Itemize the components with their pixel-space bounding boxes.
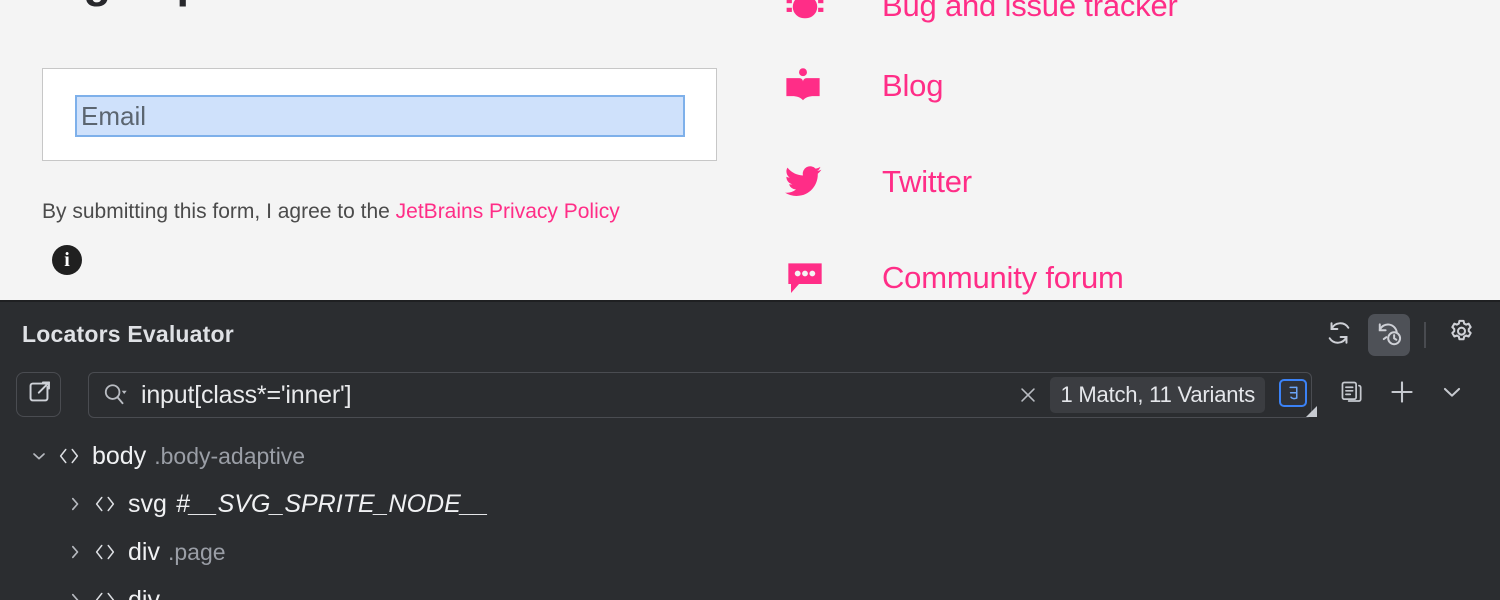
match-count-chip: 1 Match, 11 Variants xyxy=(1050,377,1265,413)
element-picker-icon xyxy=(26,379,52,410)
tree-class-name: .page xyxy=(167,538,226,565)
tree-tag-name: svg xyxy=(128,489,167,518)
angle-brackets-icon xyxy=(88,491,122,517)
more-button[interactable] xyxy=(1430,372,1474,417)
link-item-blog[interactable]: Blog xyxy=(782,58,943,114)
legal-consent-text: By submitting this form, I agree to the … xyxy=(42,192,642,275)
tool-window-header: Locators Evaluator xyxy=(0,302,1500,366)
dom-tree[interactable]: body .body-adaptive svg #__SVG_SPRITE_NO… xyxy=(0,432,1500,600)
plus-icon xyxy=(1388,378,1416,411)
refresh-clock-icon xyxy=(1375,319,1403,352)
email-field-container: Email xyxy=(42,68,717,161)
refresh-icon xyxy=(1325,319,1353,352)
copy-button[interactable] xyxy=(1330,372,1374,417)
selector-type-button[interactable] xyxy=(1279,379,1317,417)
tree-row-div-partial[interactable]: div xyxy=(0,576,1500,600)
tool-window-title: Locators Evaluator xyxy=(22,321,234,347)
tree-tag-name: body xyxy=(92,441,147,470)
link-item-twitter[interactable]: Twitter xyxy=(782,154,972,210)
tree-row-body[interactable]: body .body-adaptive xyxy=(0,432,1500,480)
element-picker-button[interactable] xyxy=(16,372,61,417)
legal-prefix: By submitting this form, I agree to the xyxy=(42,200,396,223)
chevron-right-icon[interactable] xyxy=(62,539,88,565)
tree-element-id: #__SVG_SPRITE_NODE__ xyxy=(175,489,489,518)
tree-tag-name: div xyxy=(128,585,160,600)
email-placeholder-text: Email xyxy=(81,100,147,131)
close-icon[interactable] xyxy=(1006,384,1050,406)
link-label: Blog xyxy=(882,68,944,103)
angle-brackets-icon xyxy=(52,443,86,469)
copy-icon xyxy=(1339,379,1365,410)
angle-brackets-icon xyxy=(88,539,122,565)
chevron-right-icon[interactable] xyxy=(62,587,88,600)
tree-class-name: .body-adaptive xyxy=(154,442,306,469)
auto-refresh-button[interactable] xyxy=(1368,314,1410,356)
info-icon[interactable]: i xyxy=(52,245,82,275)
page-title: Sign up for free xyxy=(42,0,367,8)
header-divider xyxy=(1424,322,1426,348)
locator-input-container[interactable]: input[class*='inner'] 1 Match, 11 Varian… xyxy=(88,372,1317,418)
locator-action-group xyxy=(1330,372,1474,417)
browser-page: Sign up for free Email By submitting thi… xyxy=(0,0,1500,300)
link-item-bug-tracker[interactable]: Bug and issue tracker xyxy=(782,0,1178,34)
header-action-group xyxy=(1318,314,1482,356)
locator-input[interactable]: input[class*='inner'] xyxy=(141,381,1006,410)
signup-form-column: Sign up for free Email By submitting thi… xyxy=(0,0,740,300)
locators-evaluator-panel: Locators Evaluator input[class*='inner']… xyxy=(0,300,1500,600)
chevron-down-icon[interactable] xyxy=(26,443,52,469)
add-button[interactable] xyxy=(1380,372,1424,417)
privacy-policy-link[interactable]: JetBrains Privacy Policy xyxy=(396,200,620,223)
link-label: Bug and issue tracker xyxy=(882,0,1178,23)
resource-links-column: Bug and issue tracker Blog Twitter Commu… xyxy=(760,0,1500,300)
locator-search-row: input[class*='inner'] 1 Match, 11 Varian… xyxy=(0,366,1500,426)
blog-book-icon xyxy=(782,63,838,109)
link-item-community-forum[interactable]: Community forum xyxy=(782,250,1124,300)
email-input[interactable]: Email xyxy=(75,95,685,137)
tree-row-svg[interactable]: svg #__SVG_SPRITE_NODE__ xyxy=(0,480,1500,528)
search-dropdown-icon[interactable] xyxy=(89,382,141,408)
link-label: Community forum xyxy=(882,260,1124,295)
tree-row-div-page[interactable]: div .page xyxy=(0,528,1500,576)
chevron-down-icon xyxy=(1439,379,1465,410)
css-badge-icon xyxy=(1279,379,1307,407)
speech-bubble-icon xyxy=(782,255,838,300)
angle-brackets-icon xyxy=(88,587,122,600)
twitter-bird-icon xyxy=(782,159,838,205)
link-label: Twitter xyxy=(882,164,972,199)
gear-icon xyxy=(1447,318,1476,352)
bug-tracker-icon xyxy=(782,0,838,29)
match-count-label: 1 Match, 11 Variants xyxy=(1060,382,1255,407)
settings-button[interactable] xyxy=(1440,314,1482,356)
dropdown-corner-indicator xyxy=(1306,406,1317,417)
chevron-right-icon[interactable] xyxy=(62,491,88,517)
refresh-button[interactable] xyxy=(1318,314,1360,356)
tree-tag-name: div xyxy=(128,537,160,566)
